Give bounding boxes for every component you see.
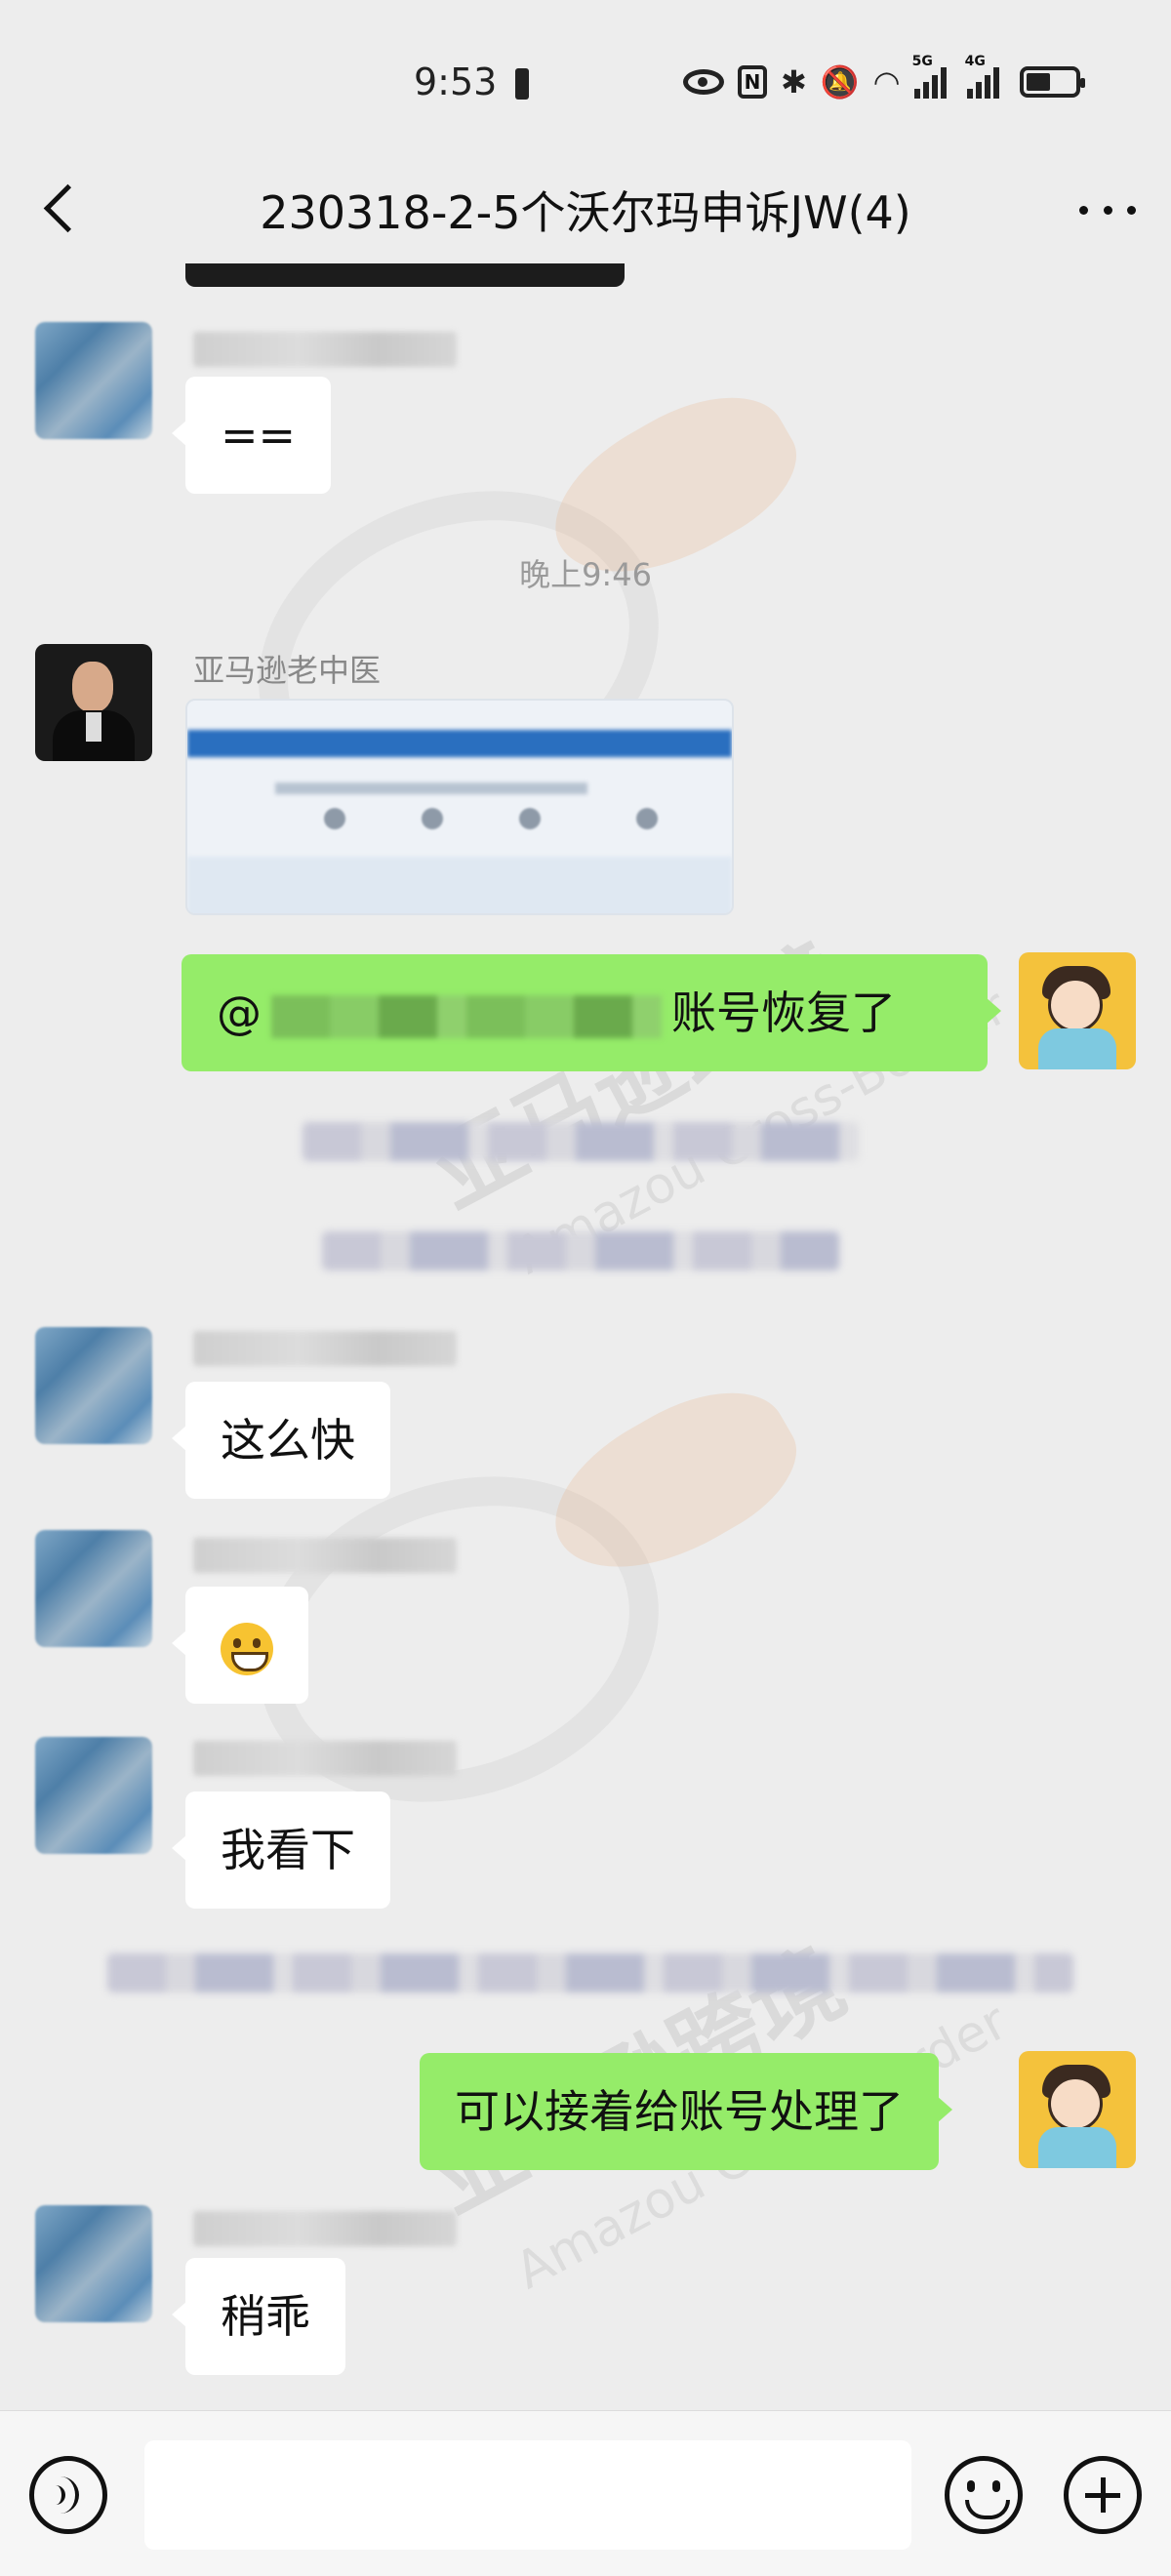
message-text: 稍乖 [221,2290,310,2343]
battery-icon [1019,66,1085,98]
message-text: 可以接着给账号处理了 [455,2085,904,2138]
voice-input-icon[interactable] [29,2456,107,2534]
system-message-redacted [322,1231,839,1270]
avatar[interactable] [35,322,152,439]
message-bubble[interactable]: 稍乖 [172,2258,345,2375]
dot-icon [1127,205,1136,215]
timestamp: 晚上9:46 [519,556,652,593]
avatar[interactable] [35,1327,152,1444]
signal-5g-icon: 5G [912,54,953,99]
nfc-icon: N [738,65,767,99]
sender-name: 亚马逊老中医 [193,652,382,689]
status-icons: N ✱ 🔕 ◠ 5G 4G [683,54,1085,101]
message-bubble[interactable] [172,1587,308,1704]
image-message[interactable] [185,699,734,915]
message-bubble[interactable]: == [171,377,332,494]
more-options-button[interactable] [1073,185,1142,234]
dot-icon [1079,205,1088,215]
signal-4g-icon: 4G [965,54,1006,99]
message-text: 账号恢复了 [671,986,896,1039]
sender-name-redacted [193,1741,457,1776]
back-button[interactable] [29,178,88,236]
system-message-redacted [107,1953,1073,1992]
message-input[interactable] [144,2440,911,2550]
mention-name-redacted [271,994,662,1038]
message-text: == [221,409,297,462]
sender-name-redacted [193,1538,457,1573]
grinning-emoji-icon [221,1622,273,1675]
mute-icon: 🔕 [820,63,860,101]
dot-icon [1103,205,1112,215]
avatar[interactable] [35,644,152,761]
my-avatar[interactable] [1019,2051,1136,2168]
wifi-icon: ◠ [872,63,901,101]
message-text: 我看下 [221,1824,355,1876]
chat-area[interactable]: 亚马逊跨境 Amazou Cross-Border 亚马逊跨境 Amazou C… [0,263,1171,2410]
avatar[interactable] [35,2205,152,2322]
image-message-partial[interactable] [185,263,625,287]
sender-name-redacted [193,1331,457,1366]
emoji-picker-icon[interactable] [945,2456,1023,2534]
system-message-redacted [303,1122,859,1161]
sender-name-redacted [193,2211,457,2246]
sender-name-redacted [193,332,457,367]
input-bar [0,2410,1171,2576]
eye-icon [683,69,724,95]
status-bar: 9:53 N ✱ 🔕 ◠ 5G 4G [0,0,1171,156]
watermark-logo-mane [529,1360,818,1606]
message-bubble-outgoing[interactable]: 可以接着给账号处理了 [420,2053,952,2170]
message-bubble-outgoing[interactable]: @ 账号恢复了 [182,954,1001,1071]
nav-bar: 230318-2-5个沃尔玛申诉JW(4) [0,156,1171,263]
message-bubble[interactable]: 我看下 [172,1791,390,1909]
battery-saver-icon [515,68,529,100]
mention-symbol: @ [217,986,262,1039]
status-time: 9:53 [414,60,498,103]
bluetooth-icon: ✱ [781,63,807,101]
message-bubble[interactable]: 这么快 [172,1382,390,1499]
message-text: 这么快 [221,1414,355,1467]
more-actions-plus-icon[interactable] [1064,2456,1142,2534]
my-avatar[interactable] [1019,952,1136,1069]
avatar[interactable] [35,1737,152,1854]
chat-title: 230318-2-5个沃尔玛申诉JW(4) [260,186,911,239]
avatar[interactable] [35,1530,152,1647]
